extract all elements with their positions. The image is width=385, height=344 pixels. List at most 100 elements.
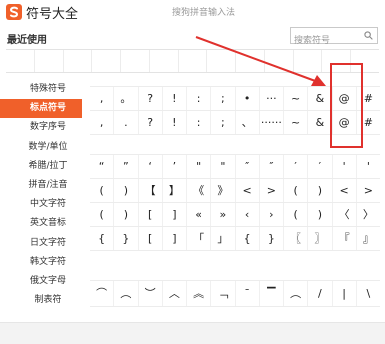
symbol-cell[interactable]: 】	[163, 179, 187, 202]
sidebar-item[interactable]: 拼音/注音	[0, 176, 82, 195]
recent-symbol-cell[interactable]	[150, 50, 179, 72]
symbol-cell[interactable]: }	[114, 227, 139, 250]
symbol-cell[interactable]: ︽	[187, 281, 212, 306]
symbol-cell[interactable]: 、	[236, 111, 260, 134]
symbol-cell[interactable]: ︿	[163, 281, 187, 306]
symbol-cell[interactable]: 《	[187, 179, 212, 202]
recent-symbol-cell[interactable]	[64, 50, 93, 72]
recent-symbol-cell[interactable]	[294, 50, 323, 72]
symbol-cell[interactable]: ]	[163, 227, 187, 250]
symbol-cell[interactable]: )	[308, 179, 333, 202]
symbol-cell[interactable]: ︵	[284, 281, 309, 306]
symbol-cell[interactable]: !	[163, 87, 187, 110]
symbol-cell[interactable]: ······	[260, 111, 284, 134]
symbol-cell[interactable]: >	[357, 179, 380, 202]
symbol-cell[interactable]: “	[90, 155, 115, 178]
symbol-cell[interactable]: "	[211, 155, 236, 178]
symbol-cell[interactable]: ‹	[236, 203, 260, 226]
symbol-cell[interactable]: "	[187, 155, 212, 178]
symbol-cell[interactable]: ‘	[139, 155, 163, 178]
symbol-cell[interactable]: ,	[90, 87, 115, 110]
symbol-cell[interactable]: ]	[163, 203, 187, 226]
recent-symbol-cell[interactable]	[6, 50, 35, 72]
sidebar-item[interactable]: 英文音标	[0, 214, 82, 233]
symbol-cell[interactable]: (	[90, 179, 115, 202]
symbol-cell[interactable]: ›	[260, 203, 284, 226]
symbol-cell[interactable]: )	[114, 203, 139, 226]
symbol-cell[interactable]: '	[357, 155, 380, 178]
recent-symbol-cell[interactable]	[121, 50, 150, 72]
symbol-cell[interactable]: ···	[260, 87, 284, 110]
symbol-cell[interactable]: )	[308, 203, 333, 226]
search-box[interactable]	[290, 27, 378, 49]
symbol-cell[interactable]: ’	[163, 155, 187, 178]
symbol-cell[interactable]: ~	[284, 87, 309, 110]
symbol-cell[interactable]: ′	[308, 155, 333, 178]
symbol-cell[interactable]: 」	[211, 227, 236, 250]
symbol-cell[interactable]: {	[90, 227, 115, 250]
symbol-cell[interactable]: •	[236, 87, 260, 110]
symbol-cell[interactable]: ︵	[114, 281, 139, 306]
symbol-cell[interactable]: »	[211, 203, 236, 226]
symbol-cell[interactable]: 』	[357, 227, 380, 250]
symbol-cell[interactable]: 。	[114, 87, 139, 110]
symbol-cell[interactable]: !	[163, 111, 187, 134]
symbol-cell[interactable]: )	[114, 179, 139, 202]
symbol-cell[interactable]: (	[284, 179, 309, 202]
symbol-cell[interactable]: ~	[284, 111, 309, 134]
recent-symbol-cell[interactable]	[236, 50, 265, 72]
sidebar-item[interactable]: 日文字符	[0, 234, 82, 253]
symbol-cell[interactable]: :	[187, 111, 212, 134]
symbol-cell[interactable]: ”	[114, 155, 139, 178]
recent-symbol-cell[interactable]	[92, 50, 122, 72]
sidebar-item[interactable]: 韩文字符	[0, 253, 82, 272]
symbol-cell[interactable]: ;	[211, 111, 236, 134]
symbol-cell[interactable]: ,	[90, 111, 115, 134]
symbol-cell[interactable]: 〗	[308, 227, 333, 250]
sidebar-item[interactable]: 俄文字母	[0, 272, 82, 291]
symbol-cell[interactable]: 「	[187, 227, 212, 250]
symbol-cell[interactable]: 〈	[333, 203, 357, 226]
symbol-cell[interactable]: [	[139, 203, 163, 226]
symbol-cell[interactable]: ;	[211, 87, 236, 110]
symbol-cell[interactable]: ′	[284, 155, 309, 178]
sidebar-item[interactable]: 希腊/拉丁	[0, 157, 82, 176]
symbol-cell[interactable]: }	[260, 227, 284, 250]
recent-symbol-cell[interactable]	[265, 50, 294, 72]
symbol-cell[interactable]: 『	[333, 227, 357, 250]
search-icon[interactable]	[364, 31, 373, 40]
symbol-cell[interactable]: ﹁	[211, 281, 236, 306]
symbol-cell[interactable]: ?	[139, 111, 163, 134]
symbol-cell[interactable]: 》	[211, 179, 236, 202]
search-input[interactable]	[291, 33, 361, 49]
symbol-cell[interactable]: 〖	[284, 227, 309, 250]
symbol-cell[interactable]: >	[260, 179, 284, 202]
symbol-cell[interactable]: &	[308, 87, 333, 110]
symbol-cell[interactable]: <	[333, 179, 357, 202]
symbol-cell[interactable]: [	[139, 227, 163, 250]
symbol-cell[interactable]: ″	[260, 155, 284, 178]
sidebar-item[interactable]: 中文字符	[0, 195, 82, 214]
symbol-cell[interactable]: /	[308, 281, 333, 306]
symbol-cell[interactable]: ︶	[139, 281, 163, 306]
symbol-cell[interactable]: <	[236, 179, 260, 202]
symbol-cell[interactable]: ″	[236, 155, 260, 178]
symbol-cell[interactable]: :	[187, 87, 212, 110]
sidebar-item[interactable]: 制表符	[0, 291, 82, 310]
symbol-cell[interactable]: (	[284, 203, 309, 226]
symbol-cell[interactable]: (	[90, 203, 115, 226]
symbol-cell[interactable]: ⌒	[90, 281, 115, 306]
symbol-cell[interactable]: .	[114, 111, 139, 134]
sidebar-item[interactable]: 数学/单位	[0, 138, 82, 157]
sidebar-item[interactable]: 数字序号	[0, 118, 82, 137]
symbol-cell[interactable]: «	[187, 203, 212, 226]
symbol-cell[interactable]: ?	[139, 87, 163, 110]
symbol-cell[interactable]: ▔	[260, 281, 284, 306]
recent-symbol-cell[interactable]	[35, 50, 64, 72]
recent-symbol-cell[interactable]	[207, 50, 237, 72]
symbol-cell[interactable]: ¯	[236, 281, 260, 306]
symbol-cell[interactable]: {	[236, 227, 260, 250]
sidebar-item[interactable]: 标点符号	[0, 99, 82, 119]
symbol-cell[interactable]: \	[357, 281, 380, 306]
symbol-cell[interactable]: '	[333, 155, 357, 178]
